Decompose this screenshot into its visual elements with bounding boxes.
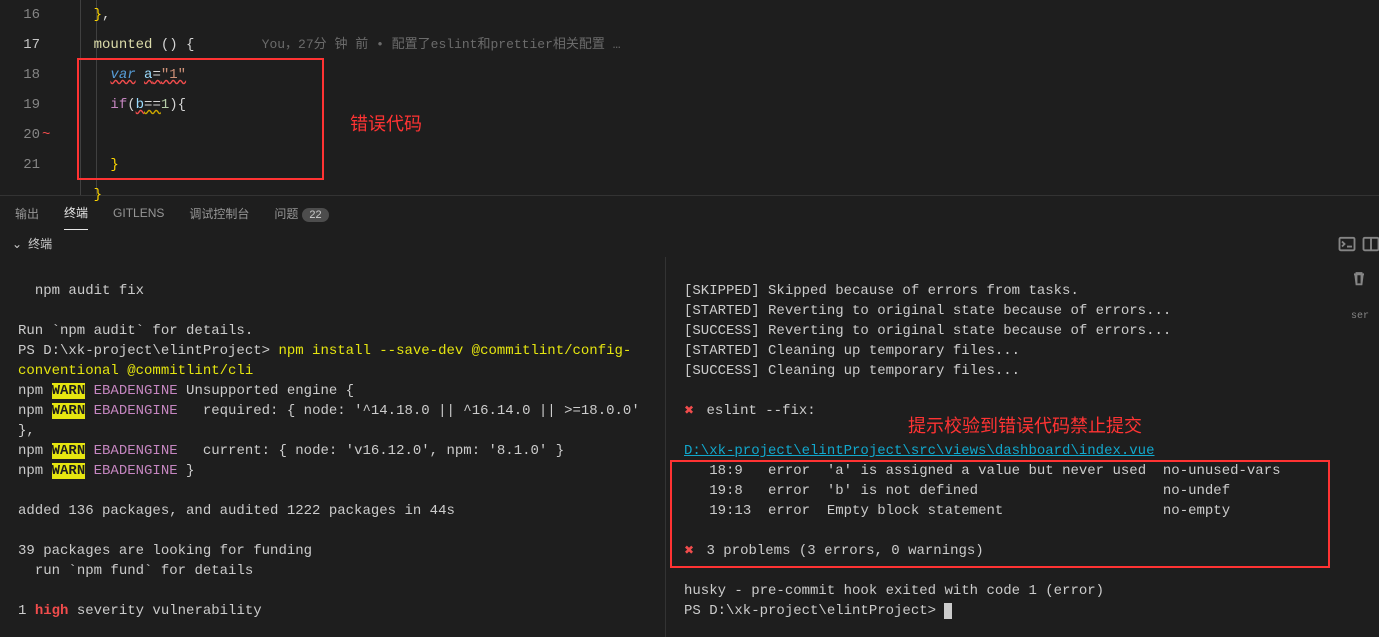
tab-output[interactable]: 输出 [15, 197, 39, 230]
code-line-19[interactable]: if(b==1){ [60, 90, 1379, 120]
code-line-18[interactable]: var a="1" [60, 60, 1379, 90]
line-number: 16 [0, 0, 40, 30]
terminal-profile-icon[interactable] [1337, 234, 1357, 254]
terminal-section-header[interactable]: ⌄ 终端 [0, 230, 1379, 257]
settings-gear-icon[interactable]: ser [1349, 306, 1369, 326]
code-line-22[interactable]: } [60, 180, 1379, 210]
terminal-split: npm audit fix Run `npm audit` for detail… [0, 257, 1379, 637]
annotation-label-code: 错误代码 [350, 110, 422, 136]
kill-terminal-icon[interactable] [1349, 268, 1369, 288]
terminal-pane-right[interactable]: [SKIPPED] Skipped because of errors from… [666, 257, 1379, 637]
x-icon [684, 543, 698, 559]
code-content[interactable]: }, mounted () { You，27分 钟 前 • 配置了eslint和… [60, 0, 1379, 195]
line-number: 19 [0, 90, 40, 120]
terminal-section-label: 终端 [28, 235, 52, 252]
line-number-gutter: 16 17 18 19 20 21 [0, 0, 60, 195]
error-gutter-icon: ~ [42, 120, 50, 150]
cursor [944, 603, 952, 619]
split-terminal-icon[interactable] [1361, 234, 1379, 254]
x-icon [684, 403, 698, 419]
code-line-16[interactable]: }, [60, 0, 1379, 30]
code-line-21[interactable]: } [60, 150, 1379, 180]
line-number: 18 [0, 60, 40, 90]
terminal-pane-left[interactable]: npm audit fix Run `npm audit` for detail… [0, 257, 666, 637]
panel-action-icons: ser [1339, 234, 1379, 326]
line-number: 20 [0, 120, 40, 150]
chevron-down-icon: ⌄ [12, 237, 22, 251]
annotation-label-terminal: 提示校验到错误代码禁止提交 [908, 412, 1142, 438]
git-blame-codelens: You，27分 钟 前 • 配置了eslint和prettier相关配置 … [262, 37, 621, 52]
line-number: 21 [0, 150, 40, 180]
editor-area: 16 17 18 19 20 21 }, mounted () { You，27… [0, 0, 1379, 195]
line-number: 17 [0, 30, 40, 60]
code-line-20[interactable]: ~ [60, 120, 1379, 150]
code-line-17[interactable]: mounted () { You，27分 钟 前 • 配置了eslint和pre… [60, 30, 1379, 60]
